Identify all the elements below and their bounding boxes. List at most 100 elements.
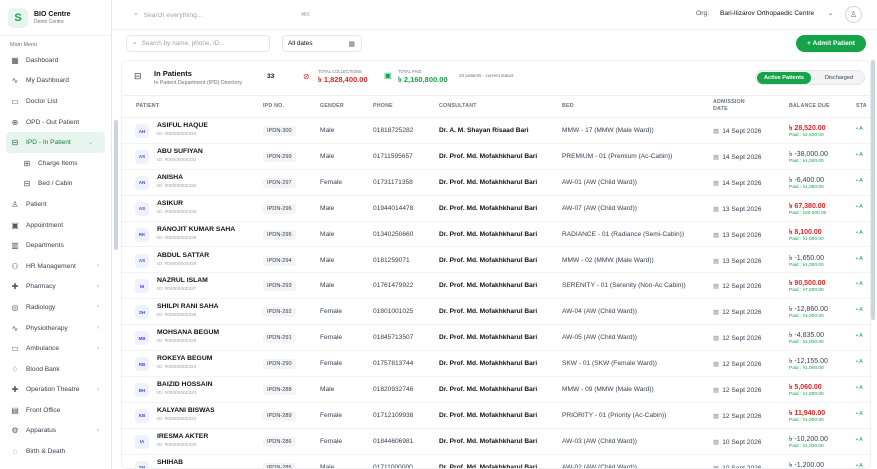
sidebar-item-label: Radiology [26, 303, 56, 311]
gender: Female [320, 437, 342, 445]
gender: Male [320, 386, 335, 393]
sidebar-item-pharmacy[interactable]: ✚ Pharmacy › [0, 277, 111, 298]
sidebar-item-my-dashboard[interactable]: ∿ My Dashboard [0, 71, 111, 92]
sidebar-item-operation-theatre[interactable]: ✚ Operation Theatre › [0, 380, 111, 401]
admission-date: ▦ 13 Sept 2026 [713, 231, 761, 239]
patient-name[interactable]: ABU SUFIYAN [157, 148, 203, 155]
table-row[interactable]: AH ASIFUL HAQUE ID: #00000000334 IPDN-300 Ma… [122, 118, 870, 144]
paid-amount: Paid : ৳2,600.00 [789, 133, 824, 138]
sidebar-item-front-office[interactable]: ▤ Front Office [0, 400, 111, 421]
table-row[interactable]: NI NAZRUL ISLAM ID: #00000000327 IPDN-293 Ma… [122, 273, 870, 300]
col-status[interactable]: STA [856, 103, 867, 109]
sidebar-item-ipd-in-patient[interactable]: ⊟ IPD - In Patient ⌄ [6, 132, 105, 153]
active-patients-tab[interactable]: Active Patients [757, 72, 811, 84]
table-row[interactable]: AS ABU SUFIYAN ID: #00000000333 IPDN-299 Mal… [122, 144, 870, 170]
col-gender[interactable]: GENDER [320, 103, 344, 109]
consultant: Dr. Prof. Md. Mofakhkharul Bari [439, 360, 538, 368]
table-row[interactable]: MB MOHSANA BEGUM ID: #00000000325 IPDN-291 F… [122, 325, 870, 352]
patient-search-input[interactable]: ⌕ Search by name, phone, ID... [126, 35, 270, 52]
table-row[interactable]: SH SHILPI RANI SAHA ID: #00000000326 IPDN-2… [122, 299, 870, 326]
patient-name[interactable]: NAZRUL ISLAM [157, 277, 208, 284]
sidebar-item-radiology[interactable]: ◎ Radiology › [0, 297, 111, 318]
col-ipd[interactable]: IPD NO. [263, 103, 284, 109]
gender: Male [320, 463, 335, 469]
calendar-icon: ▦ [713, 283, 720, 291]
patient-id: ID: #00000000330 [157, 209, 197, 215]
sidebar-item-appointment[interactable]: ▣ Appointment [0, 215, 111, 236]
patient-name[interactable]: SHIHAB [157, 459, 183, 466]
col-balance-due[interactable]: BALANCE DUE [789, 103, 830, 109]
sidebar-item-ambulance[interactable]: ▭ Ambulance › [0, 338, 111, 359]
sidebar-item-label: My Dashboard [26, 77, 69, 85]
table-row[interactable]: IA IRESMA AKTER ID: #00000000320 IPDN-286 Fe… [122, 429, 870, 455]
date-filter[interactable]: All dates ▦ [282, 35, 362, 52]
sidebar-item-label: OPD - Out Patient [26, 118, 80, 126]
table-row[interactable]: SHSHIHABID: #00000000319IPDN-285Male0171… [122, 455, 870, 469]
table-row[interactable]: RB ROKEYA BEGUM ID: #00000000324 IPDN-290 Fe… [122, 351, 870, 377]
status-indicator: • A [856, 359, 863, 366]
user-avatar[interactable]: ♙ [845, 6, 862, 23]
table-row[interactable]: KB KALYANI BISWAS ID: #00000000321 IPDN-289… [122, 403, 870, 429]
brand[interactable]: S BIO Centre Demo Centre [0, 0, 111, 36]
sidebar-item-departments[interactable]: ▥ Departments [0, 235, 111, 256]
doctor-list-icon: ▭ [11, 96, 19, 106]
ipd-number-badge: IPDN-288 [263, 385, 296, 395]
sidebar-item-charge-items[interactable]: ⊞ Charge Items [0, 153, 111, 174]
table-row[interactable]: RK RANOJIT KUMAR SAHA ID: #00000000329 IPDN… [122, 222, 870, 248]
patient-name[interactable]: ABDUL SATTAR [157, 252, 209, 259]
patient-name[interactable]: ROKEYA BEGUM [157, 355, 212, 362]
consultant: Dr. Prof. Md. Mofakhkharul Bari [439, 334, 538, 342]
admit-patient-button[interactable]: + Admit Patient [796, 35, 866, 52]
paid-amount: Paid : ৳1,000.00 [789, 236, 824, 242]
patient-name[interactable]: ANISHA [157, 174, 183, 181]
col-bed[interactable]: BED [562, 103, 574, 109]
patient-name[interactable]: KALYANI BISWAS [157, 407, 215, 414]
sidebar-item-hr-management[interactable]: ⚇ HR Management › [0, 256, 111, 277]
table-row[interactable]: BH BAIZID HOSSAIN ID: #00000000323 IPDN-288… [122, 377, 870, 403]
col-phone[interactable]: PHONE [373, 103, 393, 109]
sidebar-item-patient[interactable]: ♙ Patient [0, 194, 111, 215]
patient-name[interactable]: MOHSANA BEGUM [157, 329, 219, 336]
admission-date: ▦ 12 Sept 2026 [713, 282, 761, 290]
admission-date-value: 12 Sept 2026 [722, 361, 762, 369]
patient-name[interactable]: ASIKUR [157, 200, 183, 207]
sidebar-scrollbar[interactable] [114, 120, 118, 250]
admission-date-value: 12 Sept 2026 [722, 387, 762, 394]
sidebar-item-label: Appointment [26, 221, 64, 229]
sidebar-item-opd-out-patient[interactable]: ⊕ OPD - Out Patient [0, 112, 111, 133]
sidebar-item-apparatus[interactable]: ⚙ Apparatus › [0, 421, 111, 442]
sidebar-item-physiotherapy[interactable]: ∿ Physiotherapy › [0, 318, 111, 339]
table-row[interactable]: AS ABDUL SATTAR ID: #00000000328 IPDN-294 Ma… [122, 248, 870, 274]
col-consultant[interactable]: CONSULTANT [439, 103, 477, 109]
apparatus-icon: ⚙ [11, 426, 19, 436]
status-indicator: • A [856, 255, 863, 262]
calendar-icon: ▦ [713, 412, 720, 420]
pending-note: 33 patients · current status [459, 73, 514, 78]
global-search-input[interactable]: ⌕ Search everything... ⌘K [134, 7, 310, 23]
sidebar-item-bed-cabin[interactable]: ⊟ Bed / Cabin [0, 174, 111, 195]
table-row[interactable]: AS ASIKUR ID: #00000000330 IPDN-296 Male 0194… [122, 196, 870, 222]
paid-amount: Paid : ৳20,000.00 [789, 210, 827, 216]
col-patient[interactable]: PATIENT [136, 103, 159, 109]
calendar-icon: ▦ [713, 153, 720, 161]
org-select[interactable]: Bari-Ilizarov Orthopaedic Centre [720, 10, 814, 17]
sidebar-item-label: Bed / Cabin [38, 180, 73, 188]
patient-name[interactable]: RANOJIT KUMAR SAHA [157, 226, 235, 233]
table-row[interactable]: AN ANISHA ID: #00000000332 IPDN-297 Female 01… [122, 170, 870, 196]
collections-icon: ⊘ [303, 72, 310, 81]
admission-date-value: 14 Sept 2026 [722, 153, 762, 161]
patient-name[interactable]: IRESMA AKTER [157, 433, 208, 440]
consultant: Dr. Prof. Md. Mofakhkharul Bari [439, 437, 538, 445]
content-scrollbar[interactable] [871, 60, 875, 320]
phone: 0181259071 [373, 256, 410, 264]
sidebar-item-doctor-list[interactable]: ▭ Doctor List [0, 91, 111, 112]
discharged-tab[interactable]: Discharged [814, 72, 864, 84]
patient-name[interactable]: ASIFUL HAQUE [157, 122, 208, 129]
sidebar-item-blood-bank[interactable]: ♢ Blood Bank [0, 359, 111, 380]
col-admission-date[interactable]: ADMISSION DATE [713, 99, 753, 113]
patient-name[interactable]: BAIZID HOSSAIN [157, 381, 213, 388]
patient-name[interactable]: SHILPI RANI SAHA [157, 303, 219, 310]
chevron-down-icon[interactable]: ⌄ [828, 10, 833, 17]
sidebar-item-birth-death[interactable]: ◌ Birth & Death [0, 441, 111, 462]
sidebar-item-dashboard[interactable]: ▦ Dashboard [0, 50, 111, 71]
